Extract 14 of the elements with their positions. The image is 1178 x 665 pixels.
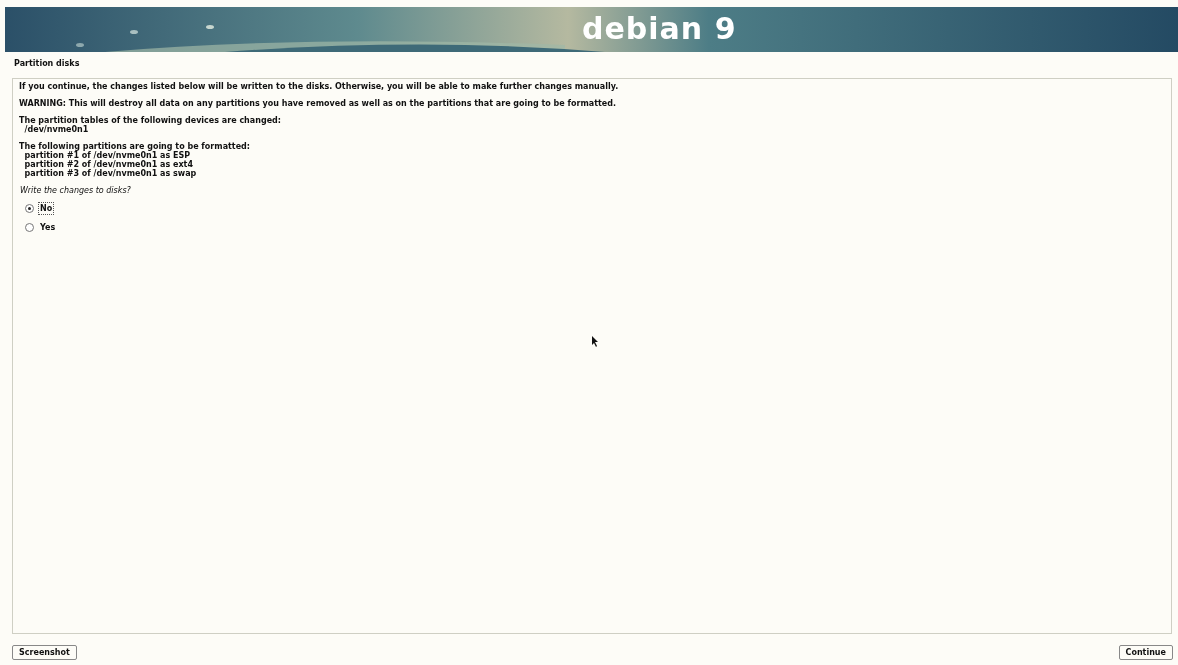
radio-label[interactable]: No bbox=[38, 202, 55, 215]
message-text: The partition tables of the following devices are changed: /dev/nvme0n1 bbox=[19, 116, 282, 134]
mouse-pointer-icon bbox=[592, 336, 599, 347]
dialog-button[interactable]: Continue bbox=[1118, 645, 1173, 660]
page-title: Partition disks bbox=[14, 59, 81, 70]
message-text: WARNING: This will destroy all data on any partitions you have removed as well as on the partitions that are going to be formatted. bbox=[19, 99, 618, 108]
radio-label[interactable]: Yes bbox=[38, 221, 58, 234]
message-text: The following partitions are going to be formatted: partition #1 of /dev/nvme0n1 as ESP partition #2 of /dev/nvme0n1 as ext4 partition #3 of /dev/nvme0n1 as swap bbox=[19, 142, 252, 178]
radio-button[interactable] bbox=[25, 223, 34, 232]
radio-button[interactable] bbox=[25, 204, 34, 213]
question-text: Write the changes to disks? bbox=[20, 186, 132, 195]
dialog-button[interactable]: Screenshot bbox=[12, 645, 77, 660]
message-text: If you continue, the changes listed below will be written to the disks. Otherwise, you will be able to make further changes manually. bbox=[19, 82, 620, 91]
logo-text: debian 9 bbox=[582, 11, 737, 47]
